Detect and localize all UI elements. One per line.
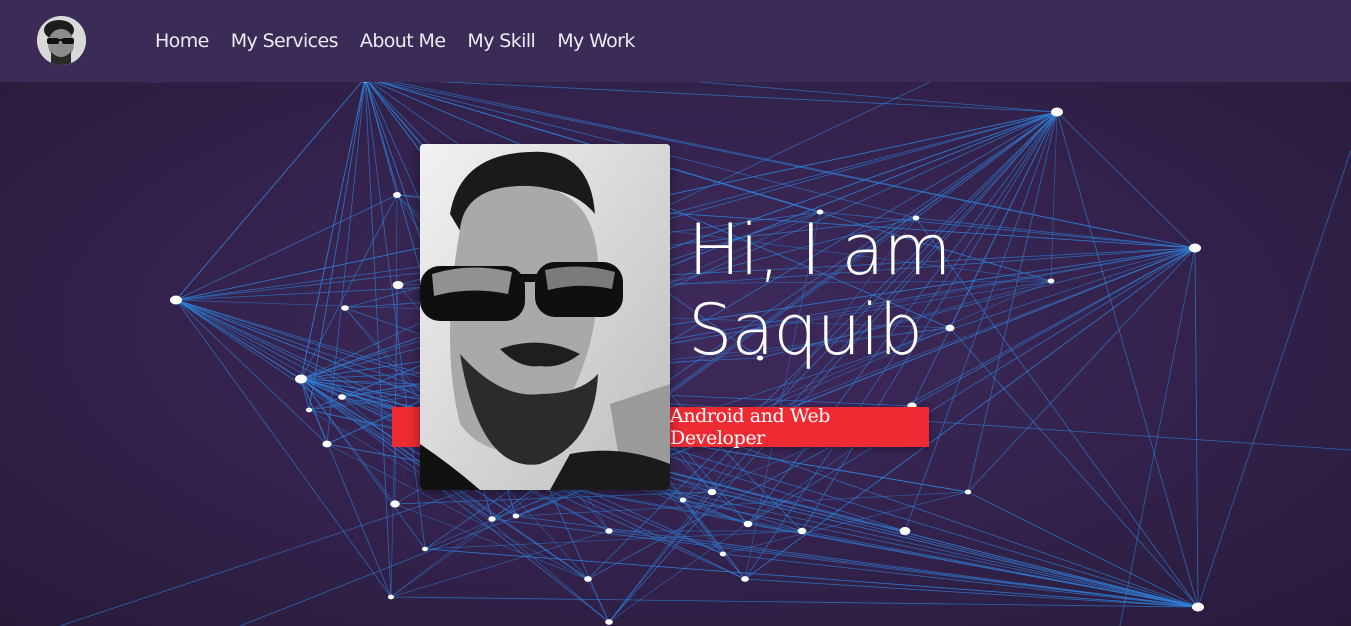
- network-node: [338, 394, 346, 400]
- network-node: [707, 488, 717, 496]
- network-node: [392, 280, 404, 290]
- network-node: [899, 526, 911, 536]
- network-node: [421, 546, 429, 552]
- network-node: [1189, 243, 1201, 253]
- navbar: Home My Services About Me My Skill My Wo…: [0, 0, 1351, 82]
- nav-my-work[interactable]: My Work: [557, 30, 635, 52]
- avatar[interactable]: [37, 16, 86, 65]
- network-node: [341, 305, 349, 311]
- role-badge: Android and Web Developer: [670, 405, 929, 449]
- network-node: [512, 513, 520, 519]
- network-node: [1051, 107, 1063, 117]
- network-node: [605, 528, 613, 534]
- profile-photo: [420, 144, 670, 490]
- network-node: [679, 497, 687, 503]
- network-node: [387, 594, 395, 600]
- network-node: [743, 520, 753, 528]
- nav-links: Home My Services About Me My Skill My Wo…: [144, 0, 646, 82]
- greeting-line-1: Hi, I am: [688, 209, 952, 291]
- greeting-name: Saquib: [688, 289, 923, 371]
- nav-home[interactable]: Home: [155, 30, 209, 52]
- network-node: [305, 407, 313, 413]
- avatar-photo-icon: [37, 16, 86, 65]
- network-node: [741, 576, 749, 582]
- network-node: [605, 619, 613, 625]
- network-node: [964, 489, 972, 495]
- network-node: [1047, 278, 1055, 284]
- network-node: [322, 440, 332, 448]
- nav-about-me[interactable]: About Me: [360, 30, 446, 52]
- network-node: [719, 551, 727, 557]
- network-node: [488, 516, 496, 522]
- network-node: [584, 576, 592, 582]
- network-node: [295, 374, 307, 384]
- hero-section: [0, 82, 1351, 626]
- network-node: [1192, 602, 1204, 612]
- nav-my-skill[interactable]: My Skill: [467, 30, 535, 52]
- network-node: [170, 295, 182, 305]
- role-text: Android and Web Developer: [670, 405, 831, 449]
- accent-bar-left: [392, 407, 422, 447]
- network-node: [797, 527, 807, 535]
- network-node: [393, 192, 401, 198]
- particle-network-background: [59, 82, 1351, 626]
- hero-greeting: Hi, I am Saquib: [688, 209, 952, 371]
- nav-my-services[interactable]: My Services: [231, 30, 339, 52]
- network-node: [390, 500, 400, 508]
- profile-portrait-icon: [420, 144, 670, 490]
